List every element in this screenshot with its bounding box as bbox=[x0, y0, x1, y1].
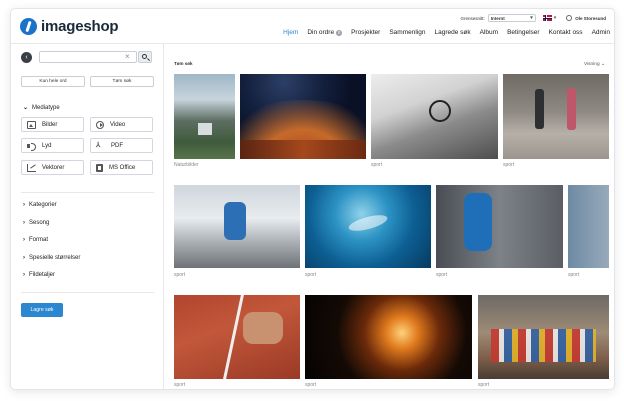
filter-sesong[interactable]: › Sesong bbox=[23, 220, 49, 226]
filter-label: Sesong bbox=[29, 220, 50, 226]
back-arrow-icon[interactable]: ‹ bbox=[21, 52, 32, 63]
save-search-button[interactable]: Lagre søk bbox=[21, 303, 63, 317]
view-sort-select[interactable]: Visning ⌄ bbox=[584, 62, 605, 67]
nav-item-prosjekter[interactable]: Prosjekter bbox=[351, 29, 380, 36]
thumbnail-caption: sport bbox=[305, 382, 317, 388]
thumbnail-caption: Naturbilder bbox=[174, 162, 199, 168]
results-area: Tøm søk Visning ⌄ Naturbilder sport spor… bbox=[165, 44, 614, 389]
thumbnail-image[interactable] bbox=[240, 74, 366, 159]
sidebar-divider bbox=[21, 292, 154, 293]
chevron-right-icon: › bbox=[23, 202, 25, 208]
media-type-title: Mediatype bbox=[32, 104, 60, 111]
chevron-down-icon: ▾ bbox=[530, 15, 533, 21]
user-name: Ole Storesund bbox=[575, 15, 606, 21]
filter-spesielle-storrelser[interactable]: › Spesielle størrelser bbox=[23, 255, 80, 261]
thumbnail-image[interactable] bbox=[436, 185, 563, 268]
language-chevron-icon[interactable]: ▾ bbox=[554, 15, 557, 21]
filter-kategorier[interactable]: › Kategorier bbox=[23, 202, 57, 208]
media-type-vectors[interactable]: Vektorer bbox=[21, 160, 84, 175]
filter-format[interactable]: › Format bbox=[23, 237, 48, 243]
nav-item-betingelser[interactable]: Betingelser bbox=[507, 29, 540, 36]
filter-label: Fildetaljer bbox=[29, 272, 56, 278]
media-type-label: MS Office bbox=[109, 164, 136, 171]
office-icon bbox=[96, 163, 103, 172]
clear-search-icon[interactable]: × bbox=[125, 52, 130, 62]
thumbnail-caption: sport bbox=[478, 382, 490, 388]
thumbnail-image[interactable] bbox=[478, 295, 609, 379]
media-type-label: PDF bbox=[111, 142, 123, 149]
nav-item-admin[interactable]: Admin bbox=[592, 29, 610, 36]
user-icon bbox=[566, 15, 573, 21]
thumbnail-caption: sport bbox=[371, 162, 383, 168]
thumbnail-image[interactable] bbox=[371, 74, 498, 159]
thumbnail-image[interactable] bbox=[174, 295, 300, 379]
nav-item-sammenlign[interactable]: Sammenlign bbox=[389, 29, 425, 36]
filter-label: Spesielle størrelser bbox=[29, 255, 81, 261]
thumbnail-caption: sport bbox=[503, 162, 515, 168]
media-type-images[interactable]: Bilder bbox=[21, 117, 84, 132]
sidebar-divider bbox=[21, 192, 154, 193]
interface-label: Grensesnitt: bbox=[460, 15, 485, 21]
thumbnail-caption: sport bbox=[174, 382, 186, 388]
media-type-label: Lyd bbox=[42, 142, 52, 149]
thumbnail-image[interactable] bbox=[174, 74, 235, 159]
whole-words-button[interactable]: Kun hele ord bbox=[21, 76, 85, 87]
thumbnail-image[interactable] bbox=[305, 185, 431, 268]
chevron-right-icon: › bbox=[23, 255, 25, 261]
filter-label: Format bbox=[29, 237, 49, 243]
chevron-down-icon: ⌄ bbox=[23, 105, 29, 111]
media-type-audio[interactable]: Lyd bbox=[21, 138, 84, 153]
media-type-toggle[interactable]: ⌄ Mediatype bbox=[23, 104, 60, 112]
thumbnail-caption: sport bbox=[305, 272, 317, 278]
filter-fildetaljer[interactable]: › Fildetaljer bbox=[23, 272, 55, 278]
search-button[interactable] bbox=[138, 51, 152, 63]
logo[interactable]: imageshop bbox=[20, 18, 119, 35]
thumbnail-image[interactable] bbox=[568, 185, 609, 268]
logo-icon bbox=[20, 18, 37, 35]
filter-label: Kategorier bbox=[29, 202, 57, 208]
thumbnail-image[interactable] bbox=[305, 295, 472, 379]
image-icon bbox=[27, 120, 36, 129]
order-count-badge: 0 bbox=[336, 29, 343, 36]
nav-item-kontakt-oss[interactable]: Kontakt oss bbox=[549, 29, 583, 36]
main-nav: Hjem Din ordre 0 Prosjekter Sammenlign La… bbox=[274, 29, 610, 36]
chevron-right-icon: › bbox=[23, 220, 25, 226]
interface-select[interactable]: Internt ▾ bbox=[487, 14, 536, 22]
thumbnail-caption: sport bbox=[436, 272, 448, 278]
search-input[interactable] bbox=[39, 51, 137, 63]
vector-icon bbox=[27, 163, 36, 172]
breadcrumb[interactable]: Tøm søk bbox=[174, 61, 193, 66]
chevron-right-icon: › bbox=[23, 272, 25, 278]
sidebar: ‹ × Kun hele ord Tøm søk ⌄ Mediatype Bil… bbox=[11, 44, 164, 389]
interface-value: Internt bbox=[490, 15, 505, 21]
norway-flag-icon[interactable] bbox=[542, 15, 552, 21]
thumbnail-caption: sport bbox=[174, 272, 186, 278]
thumbnail-image[interactable] bbox=[503, 74, 609, 159]
audio-icon bbox=[27, 142, 36, 151]
nav-item-hjem[interactable]: Hjem bbox=[283, 29, 298, 36]
chevron-down-icon: ⌄ bbox=[600, 62, 605, 67]
clear-search-button[interactable]: Tøm søk bbox=[90, 76, 154, 87]
thumbnail-image[interactable] bbox=[174, 185, 300, 268]
media-type-label: Bilder bbox=[42, 121, 58, 128]
thumbnail-caption: sport bbox=[568, 272, 580, 278]
nav-item-album[interactable]: Album bbox=[480, 29, 498, 36]
media-type-label: Video bbox=[110, 121, 126, 128]
media-type-ms-office[interactable]: MS Office bbox=[90, 160, 153, 175]
nav-item-lagrede-sok[interactable]: Lagrede søk bbox=[434, 29, 470, 36]
media-type-label: Vektorer bbox=[42, 164, 65, 171]
media-type-video[interactable]: Video bbox=[90, 117, 153, 132]
pdf-icon: ⅄ bbox=[96, 141, 101, 149]
app-window: imageshop Grensesnitt: Internt ▾ ▾ Ole S… bbox=[10, 8, 615, 390]
video-icon bbox=[96, 120, 104, 129]
logo-text: imageshop bbox=[41, 18, 119, 35]
nav-item-din-ordre[interactable]: Din ordre 0 bbox=[307, 29, 343, 36]
utility-bar: Grensesnitt: Internt ▾ ▾ Ole Storesund bbox=[460, 14, 606, 22]
search-icon bbox=[142, 54, 147, 59]
header: imageshop Grensesnitt: Internt ▾ ▾ Ole S… bbox=[11, 9, 614, 43]
chevron-right-icon: › bbox=[23, 237, 25, 243]
user-menu[interactable]: Ole Storesund bbox=[566, 15, 606, 21]
media-type-pdf[interactable]: ⅄ PDF bbox=[90, 138, 153, 153]
